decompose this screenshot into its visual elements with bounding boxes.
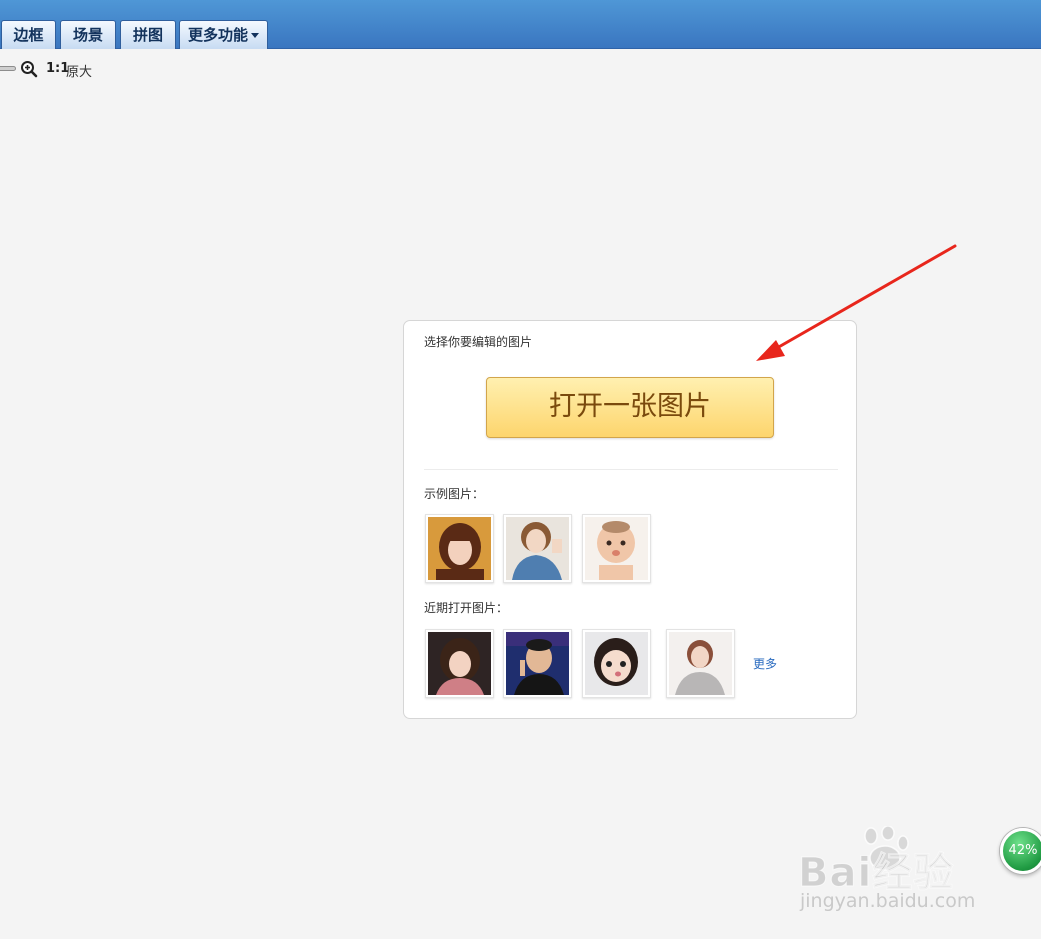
top-toolbar: 边框 场景 拼图 更多功能 xyxy=(0,0,1041,49)
portrait-image xyxy=(428,632,491,695)
original-size-label[interactable]: 原大 xyxy=(66,61,92,80)
zoom-in-icon[interactable] xyxy=(20,60,38,78)
samples-label: 示例图片： xyxy=(424,487,485,501)
portrait-image xyxy=(506,632,569,695)
caret-down-icon xyxy=(251,33,259,38)
more-recent-link[interactable]: 更多 xyxy=(753,655,777,672)
sample-thumb-2[interactable] xyxy=(503,514,572,583)
tab-more-label: 更多功能 xyxy=(187,26,248,44)
portrait-image xyxy=(428,517,491,580)
baidu-jingyan-watermark: Bai经验 jingyan.baidu.com xyxy=(797,826,988,918)
open-image-button[interactable]: 打开一张图片 xyxy=(486,377,774,438)
portrait-image xyxy=(585,517,648,580)
recent-label: 近期打开图片： xyxy=(424,601,509,615)
tab-scene[interactable]: 场景 xyxy=(60,20,116,49)
recent-thumb-3[interactable] xyxy=(582,629,651,698)
portrait-image xyxy=(585,632,648,695)
recent-thumb-2[interactable] xyxy=(503,629,572,698)
tab-border[interactable]: 边框 xyxy=(1,20,56,49)
portrait-image xyxy=(669,632,732,695)
watermark-site: jingyan.baidu.com xyxy=(800,890,976,912)
tab-more-features[interactable]: 更多功能 xyxy=(179,20,268,49)
image-select-panel: 选择你要编辑的图片 打开一张图片 示例图片： 近期打开图片： 更多 xyxy=(403,320,857,719)
progress-badge[interactable]: 42% xyxy=(1000,828,1041,874)
recent-thumb-1[interactable] xyxy=(425,629,494,698)
tab-collage[interactable]: 拼图 xyxy=(120,20,176,49)
zoom-bar: 1:1 原大 xyxy=(0,60,120,80)
recent-thumb-4[interactable] xyxy=(666,629,735,698)
panel-title: 选择你要编辑的图片 xyxy=(424,335,533,349)
sample-thumb-1[interactable] xyxy=(425,514,494,583)
sample-thumb-3[interactable] xyxy=(582,514,651,583)
portrait-image xyxy=(506,517,569,580)
divider xyxy=(424,469,838,470)
zoom-slider[interactable] xyxy=(0,66,16,71)
